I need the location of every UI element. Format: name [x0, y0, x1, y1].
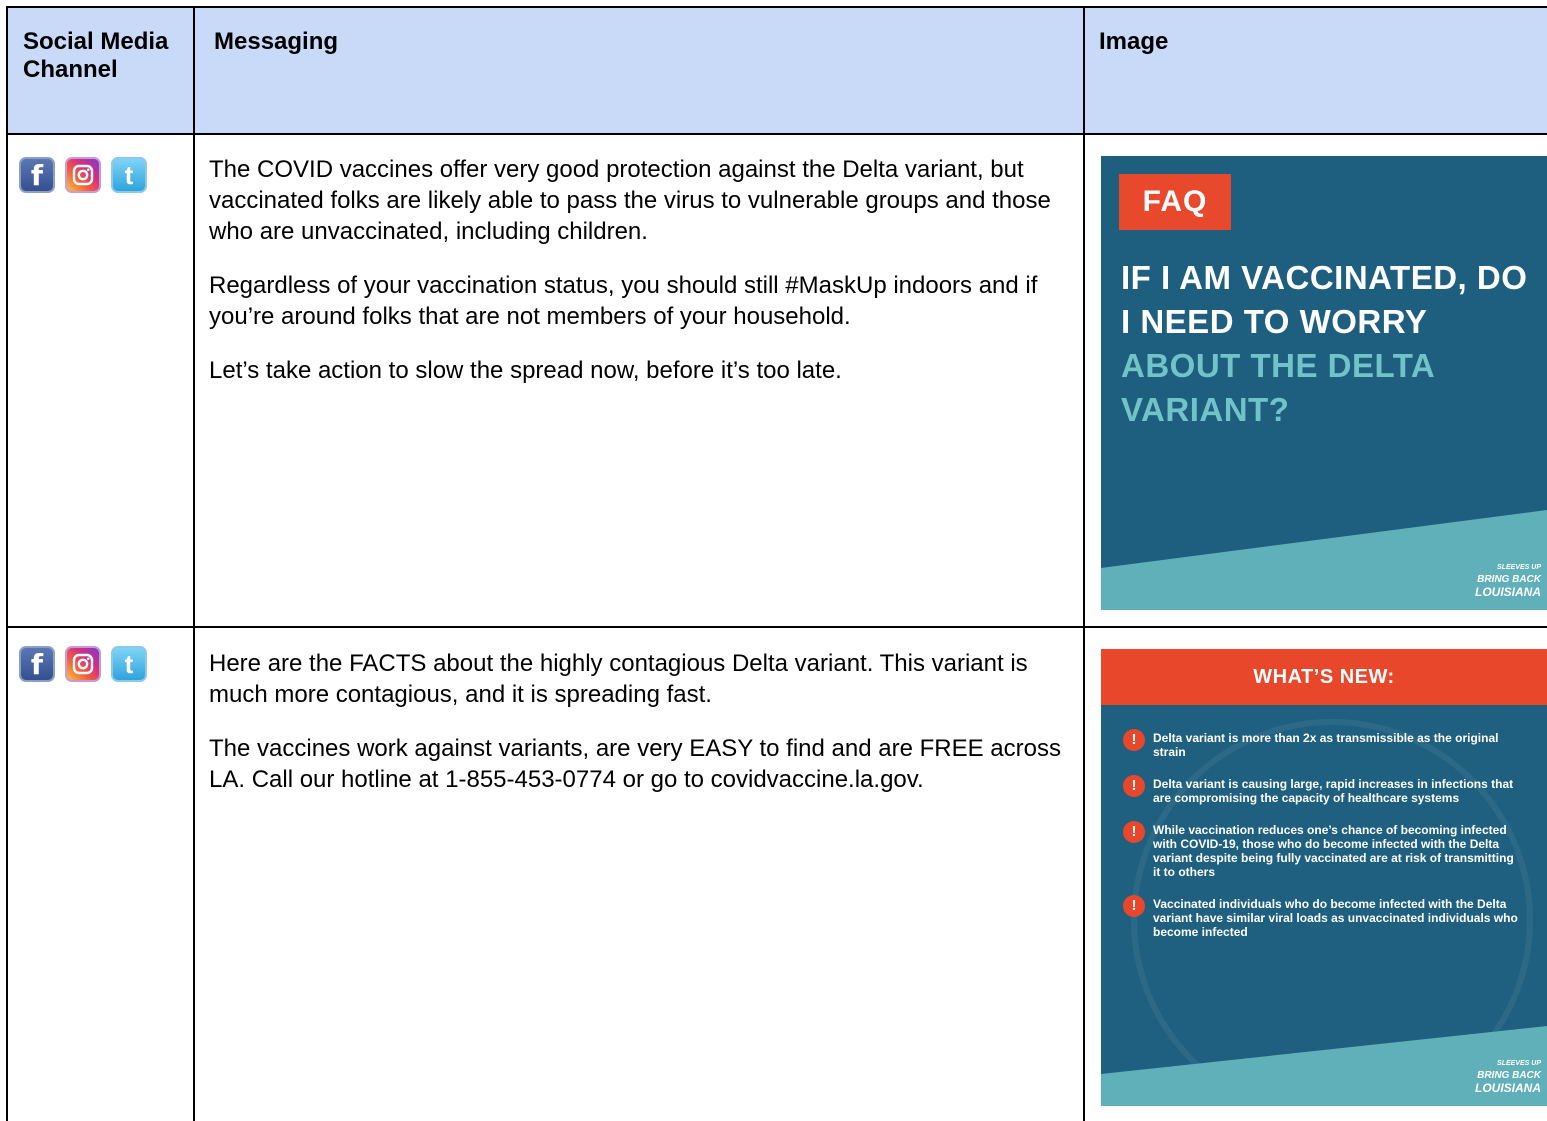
message-paragraph: The COVID vaccines offer very good prote…: [209, 156, 1051, 245]
whats-new-graphic: WHAT’S NEW: ! Delta variant is more than …: [1101, 649, 1547, 1106]
exclamation-icon: !: [1123, 775, 1145, 797]
header-messaging: Messaging: [214, 28, 339, 55]
header-image: Image: [1099, 28, 1169, 55]
message-paragraph: The vaccines work against variants, are …: [209, 735, 1061, 793]
brand-logo: SLEEVES UP BRING BACK LOUISIANA: [1475, 1060, 1541, 1095]
instagram-icon: [65, 157, 101, 193]
faq-graphic: FAQ IF I AM VACCINATED, DO I NEED TO WOR…: [1101, 156, 1547, 610]
message-cell: The COVID vaccines offer very good prote…: [209, 154, 1069, 409]
messaging-table: Social Media Channel Messaging Image f t…: [6, 6, 1547, 1121]
row-divider: [6, 626, 1547, 628]
exclamation-icon: !: [1123, 821, 1145, 843]
table-border-top: [6, 6, 1547, 8]
whats-new-list: ! Delta variant is more than 2x as transm…: [1123, 729, 1523, 957]
exclamation-icon: !: [1123, 895, 1145, 917]
faq-question-teal: ABOUT THE DELTA VARIANT?: [1121, 347, 1435, 428]
whats-new-banner: WHAT’S NEW:: [1101, 649, 1547, 705]
exclamation-icon: !: [1123, 729, 1145, 751]
list-item: ! Delta variant is causing large, rapid i…: [1123, 775, 1523, 805]
faq-question: IF I AM VACCINATED, DO I NEED TO WORRY A…: [1121, 256, 1541, 432]
message-paragraph: Regardless of your vaccination status, y…: [209, 272, 1038, 330]
header-row: [6, 6, 1547, 134]
facebook-icon: f: [19, 646, 55, 682]
twitter-icon: t: [111, 646, 147, 682]
facebook-icon: f: [19, 157, 55, 193]
header-channel: Social Media Channel: [23, 28, 169, 83]
row-divider: [6, 133, 1547, 135]
column-divider: [1083, 6, 1085, 1121]
message-cell: Here are the FACTS about the highly cont…: [209, 648, 1069, 818]
social-icons: f t: [19, 157, 147, 193]
twitter-icon: t: [111, 157, 147, 193]
brand-logo: SLEEVES UP BRING BACK LOUISIANA: [1475, 564, 1541, 599]
list-item: ! While vaccination reduces one’s chance …: [1123, 821, 1523, 879]
instagram-icon: [65, 646, 101, 682]
list-item: ! Delta variant is more than 2x as transm…: [1123, 729, 1523, 759]
faq-question-white: IF I AM VACCINATED, DO I NEED TO WORRY: [1121, 259, 1528, 340]
column-divider: [193, 6, 195, 1121]
table-border-left: [6, 6, 8, 1121]
message-paragraph: Let’s take action to slow the spread now…: [209, 357, 842, 384]
social-icons: f t: [19, 646, 147, 682]
message-paragraph: Here are the FACTS about the highly cont…: [209, 650, 1028, 708]
faq-tag: FAQ: [1119, 174, 1231, 230]
list-item: ! Vaccinated individuals who do become in…: [1123, 895, 1523, 939]
